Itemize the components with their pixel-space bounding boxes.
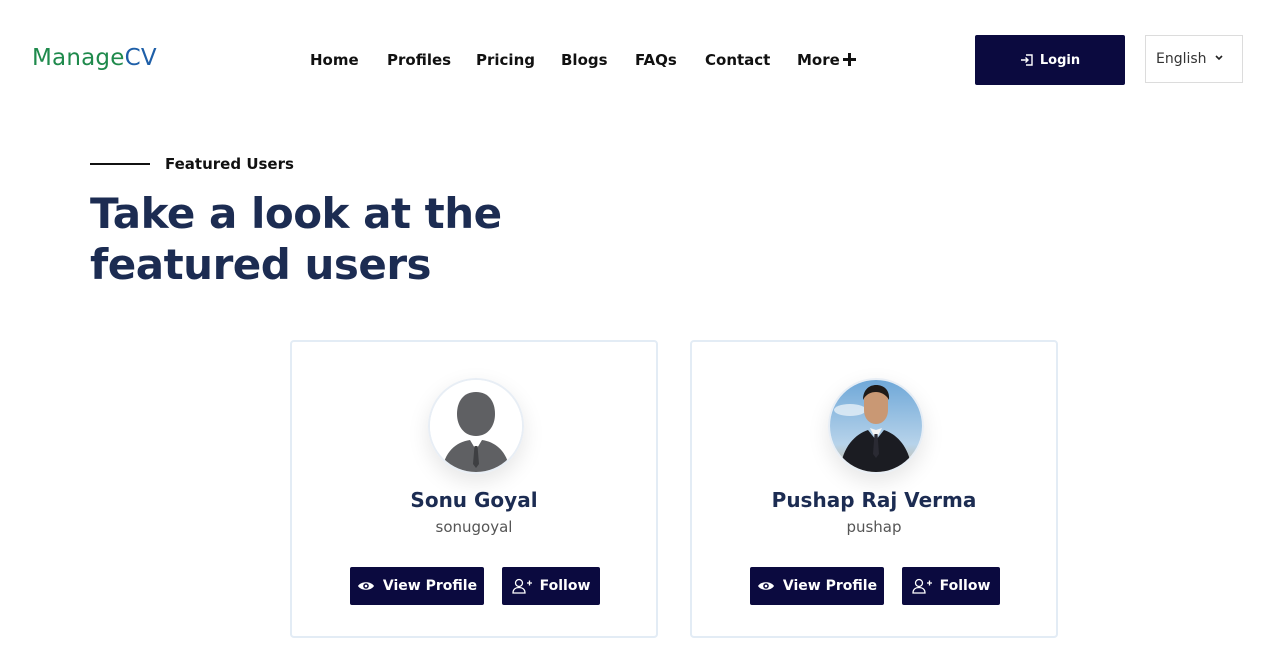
eye-icon [757,582,774,590]
login-button[interactable]: Login [975,35,1125,85]
default-avatar-icon [430,380,522,472]
view-profile-label: View Profile [782,578,878,594]
nav-pricing[interactable]: Pricing [476,51,535,69]
nav-contact[interactable]: Contact [705,51,770,69]
view-profile-button[interactable]: View Profile [750,567,884,605]
language-select[interactable]: English [1145,35,1243,83]
add-user-icon [511,578,532,594]
login-label: Login [1039,52,1081,68]
chevron-down-icon [1215,55,1223,61]
follow-label: Follow [939,578,991,594]
add-user-icon [911,578,932,594]
nav-blogs[interactable]: Blogs [561,51,608,69]
plus-icon[interactable] [843,53,856,66]
section-headline: Take a look at the featured users [90,189,502,289]
logo-text-manage: Manage [32,45,125,71]
view-profile-label: View Profile [382,578,478,594]
view-profile-button[interactable]: View Profile [350,567,484,605]
user-photo [830,380,922,472]
eyebrow-line [90,163,150,165]
logo[interactable]: ManageCV [32,45,157,71]
login-icon [1020,54,1033,66]
nav-profiles[interactable]: Profiles [387,51,451,69]
user-handle: sonugoyal [435,518,513,536]
user-name: Pushap Raj Verma [771,488,977,512]
avatar [828,378,924,474]
follow-label: Follow [539,578,591,594]
user-handle: pushap [846,518,902,536]
user-name: Sonu Goyal [410,488,538,512]
nav-more[interactable]: More [797,51,840,69]
nav-home[interactable]: Home [310,51,359,69]
logo-text-cv: CV [124,45,157,71]
follow-button[interactable]: Follow [902,567,1000,605]
user-card: Pushap Raj Verma pushap View Profile Fol… [690,340,1058,638]
nav-faqs[interactable]: FAQs [635,51,677,69]
language-value: English [1156,51,1207,67]
avatar [428,378,524,474]
follow-button[interactable]: Follow [502,567,600,605]
user-card: Sonu Goyal sonugoyal View Profile Follow [290,340,658,638]
eye-icon [357,582,374,590]
section-eyebrow: Featured Users [165,155,294,173]
